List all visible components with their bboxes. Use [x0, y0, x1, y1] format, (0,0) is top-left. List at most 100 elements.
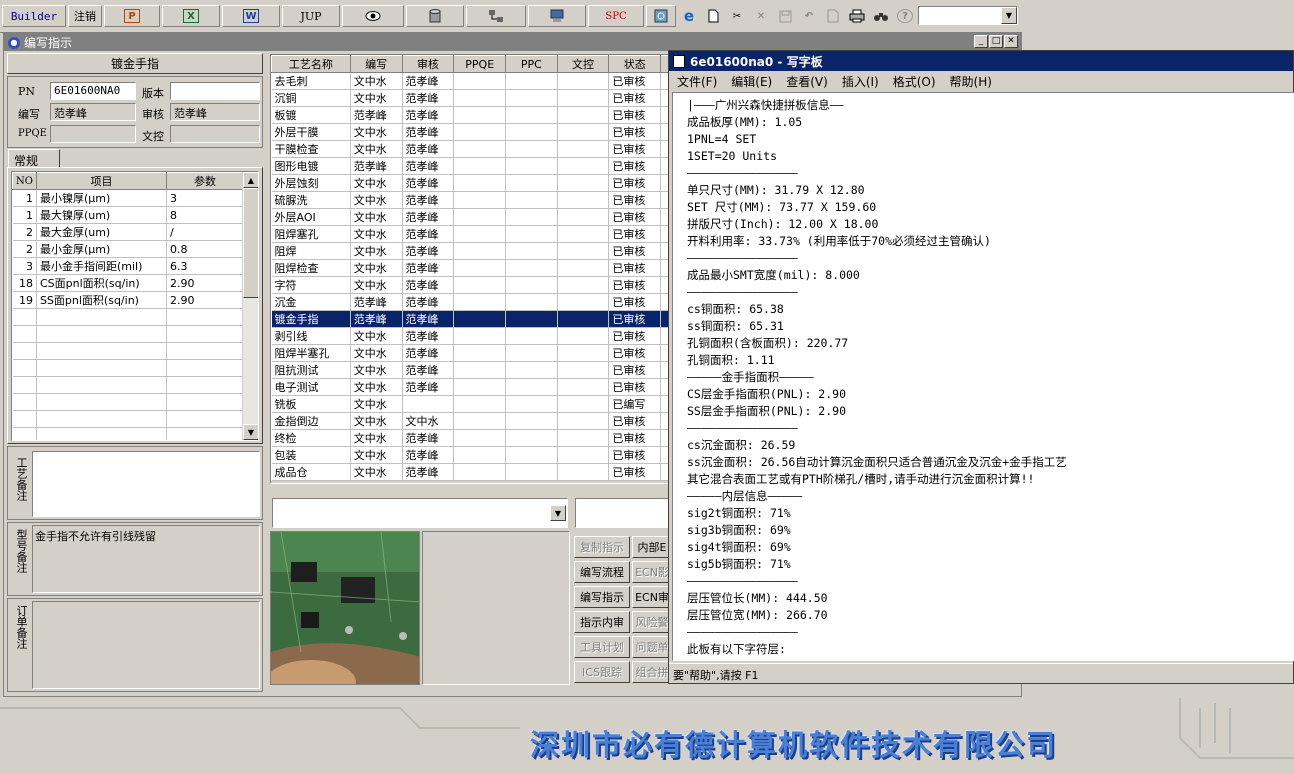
wordpad-menu-item[interactable]: 编辑(E) — [731, 73, 772, 90]
word-button[interactable]: W — [222, 5, 280, 27]
process-row[interactable]: 外层蚀刻 文中水 范孝峰 已审核 — [271, 174, 669, 192]
param-row[interactable]: 1 最小镍厚(μm) 3 — [12, 189, 245, 207]
undo-button[interactable]: ↶ — [798, 5, 820, 27]
wordpad-menu-item[interactable]: 格式(O) — [893, 73, 936, 90]
model-note-field[interactable]: 金手指不允许有引线残留 — [32, 525, 260, 593]
action-button-2[interactable]: 编写流程 — [574, 561, 630, 583]
process-row[interactable]: 阻抗测试 文中水 范孝峰 已审核 — [271, 361, 669, 379]
process-combo[interactable]: ▼ — [272, 498, 568, 528]
process-row[interactable]: 阻焊检查 文中水 范孝峰 已审核 — [271, 259, 669, 277]
process-row[interactable]: 硫脲洗 文中水 范孝峰 已审核 — [271, 191, 669, 209]
scroll-down-icon[interactable]: ▼ — [243, 424, 258, 440]
action-button-9[interactable]: 问题单 — [632, 636, 672, 658]
jup-button[interactable]: JUP — [282, 5, 340, 27]
find-button[interactable] — [870, 5, 892, 27]
param-row[interactable]: 19 SS面pnl面积(sq/in) 2.90 — [12, 291, 245, 309]
process-row[interactable]: 铣板 文中水 已编写 — [271, 395, 669, 413]
process-row[interactable]: 外层AOI 文中水 范孝峰 已审核 — [271, 208, 669, 226]
database-button[interactable] — [406, 5, 464, 27]
craft-note-field[interactable] — [32, 451, 260, 517]
computer-button[interactable] — [528, 5, 586, 27]
maximize-button[interactable]: □ — [989, 35, 1003, 48]
param-row[interactable]: 2 最大金厚(um) / — [12, 223, 245, 241]
action-button-3[interactable]: ECN影 — [632, 561, 672, 583]
excel-button[interactable]: X — [162, 5, 220, 27]
new-button[interactable] — [702, 5, 724, 27]
param-row[interactable]: 18 CS面pnl面积(sq/in) 2.90 — [12, 274, 245, 292]
save-button[interactable] — [774, 5, 796, 27]
process-row[interactable]: 板镀 范孝峰 范孝峰 已审核 — [271, 106, 669, 124]
logout-button[interactable]: 注销 — [68, 5, 102, 27]
cut-button[interactable]: ✂ — [726, 5, 748, 27]
process-row[interactable]: 成品仓 文中水 范孝峰 已审核 — [271, 463, 669, 481]
process-header-0[interactable]: 工艺名称 — [271, 55, 351, 73]
process-row[interactable]: 镀金手指 范孝峰 范孝峰 已审核 — [271, 310, 669, 328]
param-row[interactable]: 1 最大镍厚(um) 8 — [12, 206, 245, 224]
network-button[interactable] — [466, 5, 526, 27]
params-header-item[interactable]: 项目 — [35, 172, 167, 190]
secondary-combo[interactable] — [575, 498, 671, 528]
process-row[interactable]: 干膜检查 文中水 范孝峰 已审核 — [271, 140, 669, 158]
minimize-button[interactable]: _ — [974, 35, 988, 48]
tab-general[interactable]: 常规 — [8, 149, 60, 168]
action-button-11[interactable]: 组合拼 — [632, 661, 672, 683]
process-row[interactable]: 终检 文中水 范孝峰 已审核 — [271, 429, 669, 447]
param-row[interactable]: 3 最小金手指间距(mil) 6.3 — [12, 257, 245, 275]
help-button[interactable]: ? — [894, 5, 916, 27]
process-row[interactable]: 阻焊塞孔 文中水 范孝峰 已审核 — [271, 225, 669, 243]
action-button-5[interactable]: ECN审 — [632, 586, 672, 608]
pn-field[interactable]: 6E01600NA0 — [50, 82, 136, 100]
toolbar-combo[interactable]: ▼ — [918, 6, 1018, 25]
process-row[interactable]: 去毛刺 文中水 范孝峰 已审核 — [271, 72, 669, 90]
process-header-4[interactable]: PPC — [505, 55, 558, 73]
process-row[interactable]: 沉金 范孝峰 范孝峰 已审核 — [271, 293, 669, 311]
action-button-8[interactable]: 工具计划 — [574, 636, 630, 658]
process-row[interactable]: 剥引线 文中水 范孝峰 已审核 — [271, 327, 669, 345]
process-row[interactable]: 外层干膜 文中水 范孝峰 已审核 — [271, 123, 669, 141]
action-button-4[interactable]: 编写指示 — [574, 586, 630, 608]
preview-button[interactable] — [822, 5, 844, 27]
wordpad-menu-item[interactable]: 查看(V) — [786, 73, 828, 90]
process-row[interactable]: 金指倒边 文中水 文中水 已审核 — [271, 412, 669, 430]
process-header-3[interactable]: PPQE — [453, 55, 507, 73]
scroll-thumb[interactable] — [243, 188, 258, 298]
chevron-down-icon[interactable]: ▼ — [1001, 7, 1017, 24]
wordpad-menu-item[interactable]: 帮助(H) — [950, 73, 992, 90]
spc-button[interactable]: SPC — [588, 5, 644, 27]
version-field[interactable] — [170, 82, 260, 100]
action-button-7[interactable]: 风险警 — [632, 611, 672, 633]
action-button-0[interactable]: 复制指示 — [574, 536, 630, 558]
refresh-button[interactable] — [646, 5, 676, 27]
params-scrollbar[interactable]: ▲ ▼ — [242, 172, 258, 440]
process-row[interactable]: 电子测试 文中水 范孝峰 已审核 — [271, 378, 669, 396]
wordpad-menu-item[interactable]: 插入(I) — [842, 73, 879, 90]
ppt-button[interactable]: P — [104, 5, 160, 27]
process-row[interactable]: 包装 文中水 范孝峰 已审核 — [271, 446, 669, 464]
wordpad-document[interactable]: |———广州兴森快捷拼板信息—— 成品板厚(MM): 1.05 1PNL=4 SET… — [672, 92, 1294, 661]
process-header-2[interactable]: 审核 — [401, 55, 455, 73]
action-button-10[interactable]: ICS跟踪 — [574, 661, 630, 683]
chevron-down-icon[interactable]: ▼ — [550, 505, 566, 521]
print-button[interactable] — [846, 5, 868, 27]
process-row[interactable]: 字符 文中水 范孝峰 已审核 — [271, 276, 669, 294]
process-header-6[interactable]: 状态 — [608, 55, 662, 73]
builder-button[interactable]: Builder — [2, 5, 66, 27]
view-button[interactable] — [342, 5, 404, 27]
process-row[interactable]: 沉铜 文中水 范孝峰 已审核 — [271, 89, 669, 107]
action-button-1[interactable]: 内部E — [632, 536, 672, 558]
ie-button[interactable]: e — [678, 5, 700, 27]
process-row[interactable]: 阻焊 文中水 范孝峰 已审核 — [271, 242, 669, 260]
params-header-value[interactable]: 参数 — [165, 172, 245, 190]
process-header-5[interactable]: 文控 — [556, 55, 610, 73]
order-note-field[interactable] — [32, 601, 260, 689]
action-button-6[interactable]: 指示内审 — [574, 611, 630, 633]
params-header-no[interactable]: NO — [12, 172, 37, 190]
wordpad-menu-item[interactable]: 文件(F) — [677, 73, 717, 90]
process-row[interactable]: 图形电镀 范孝峰 范孝峰 已审核 — [271, 157, 669, 175]
delete-button[interactable]: ✕ — [750, 5, 772, 27]
param-row[interactable]: 2 最小金厚(μm) 0.8 — [12, 240, 245, 258]
scroll-up-icon[interactable]: ▲ — [243, 172, 258, 188]
process-row[interactable]: 阻焊半塞孔 文中水 范孝峰 已审核 — [271, 344, 669, 362]
process-header-1[interactable]: 编写 — [349, 55, 403, 73]
close-button[interactable]: ✕ — [1004, 35, 1018, 48]
